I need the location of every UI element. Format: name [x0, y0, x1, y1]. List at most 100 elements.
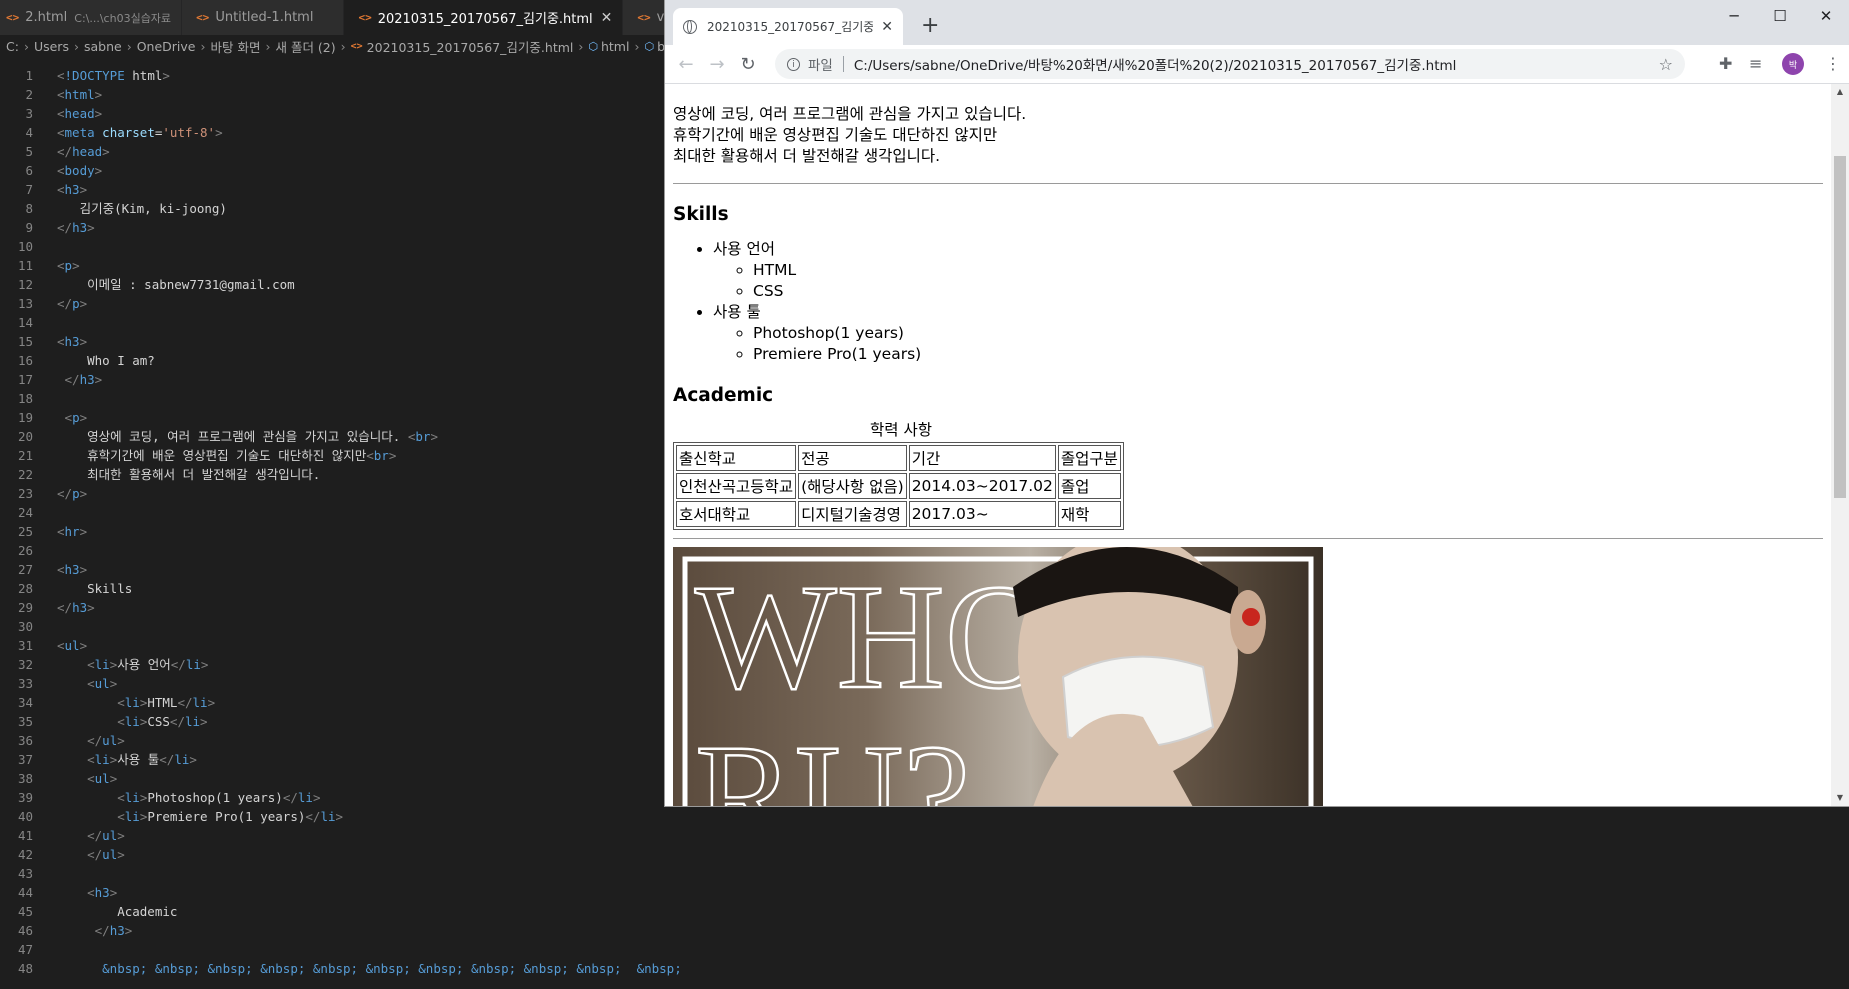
address-bar[interactable]: i 파일 C:/Users/sabne/OneDrive/바탕%20화면/새%2…: [775, 49, 1685, 79]
code-line[interactable]: 19 <p>: [0, 408, 680, 427]
close-window-button[interactable]: ✕: [1803, 0, 1849, 32]
bookmark-star-icon[interactable]: ☆: [1659, 55, 1673, 74]
code-text[interactable]: 이메일 : sabnew7731@gmail.com: [33, 275, 295, 294]
code-line[interactable]: 41 </ul>: [0, 826, 680, 845]
media-queue-icon[interactable]: ≡: [1749, 54, 1762, 73]
breadcrumb-item[interactable]: html: [601, 39, 629, 54]
code-line[interactable]: 45 Academic: [0, 902, 680, 921]
code-text[interactable]: <li>HTML</li>: [33, 693, 215, 712]
reload-icon[interactable]: ↻: [736, 52, 760, 76]
code-line[interactable]: 13 </p>: [0, 294, 680, 313]
code-text[interactable]: Skills: [33, 579, 132, 598]
code-text[interactable]: <h3>: [33, 332, 87, 351]
code-line[interactable]: 21 휴학기간에 배운 영상편집 기술도 대단하진 않지만<br>: [0, 446, 680, 465]
code-line[interactable]: 14: [0, 313, 680, 332]
close-tab-icon[interactable]: ✕: [881, 19, 893, 35]
breadcrumb-item[interactable]: b: [657, 39, 665, 54]
code-line[interactable]: 15 <h3>: [0, 332, 680, 351]
new-tab-button[interactable]: +: [921, 12, 939, 40]
code-text[interactable]: Who I am?: [33, 351, 155, 370]
code-line[interactable]: 6 <body>: [0, 161, 680, 180]
code-line[interactable]: 23 </p>: [0, 484, 680, 503]
code-text[interactable]: 최대한 활용해서 더 발전해갈 생각입니다.: [33, 465, 320, 484]
code-text[interactable]: 영상에 코딩, 여러 프로그램에 관심을 가지고 있습니다. <br>: [33, 427, 438, 446]
code-text[interactable]: [33, 237, 57, 256]
code-text[interactable]: 휴학기간에 배운 영상편집 기술도 대단하진 않지만<br>: [33, 446, 396, 465]
breadcrumb-item[interactable]: 바탕 화면: [210, 37, 260, 56]
scrollbar-thumb[interactable]: [1834, 156, 1846, 498]
code-text[interactable]: <p>: [33, 408, 88, 427]
code-text[interactable]: <h3>: [33, 883, 117, 902]
editor-tab[interactable]: <> 2.html C:\...\ch03실습자료: [0, 0, 183, 35]
code-line[interactable]: 27 <h3>: [0, 560, 680, 579]
breadcrumb-item[interactable]: OneDrive: [137, 39, 196, 54]
breadcrumb-item[interactable]: C:: [6, 39, 19, 54]
code-text[interactable]: <li>사용 언어</li>: [33, 655, 208, 674]
code-text[interactable]: </p>: [33, 484, 87, 503]
vertical-scrollbar[interactable]: ▲ ▼: [1831, 84, 1849, 806]
breadcrumb-item[interactable]: 20210315_20170567_김기중.html: [367, 37, 574, 56]
code-text[interactable]: &nbsp; &nbsp; &nbsp; &nbsp; &nbsp; &nbsp…: [33, 959, 680, 978]
code-line[interactable]: 7 <h3>: [0, 180, 680, 199]
code-text[interactable]: <ul>: [33, 674, 117, 693]
code-line[interactable]: 40 <li>Premiere Pro(1 years)</li>: [0, 807, 680, 826]
code-text[interactable]: <p>: [33, 256, 80, 275]
scroll-down-icon[interactable]: ▼: [1831, 790, 1849, 806]
code-line[interactable]: 18: [0, 389, 680, 408]
code-text[interactable]: <html>: [33, 85, 102, 104]
code-line[interactable]: 22 최대한 활용해서 더 발전해갈 생각입니다.: [0, 465, 680, 484]
browser-tab[interactable]: 20210315_20170567_김기중.html ✕: [673, 8, 903, 45]
code-line[interactable]: 28 Skills: [0, 579, 680, 598]
code-line[interactable]: 43: [0, 864, 680, 883]
code-line[interactable]: 25 <hr>: [0, 522, 680, 541]
code-line[interactable]: 30: [0, 617, 680, 636]
code-text[interactable]: </h3>: [33, 218, 95, 237]
code-text[interactable]: <!DOCTYPE html>: [33, 66, 170, 85]
code-text[interactable]: <li>사용 툴</li>: [33, 750, 197, 769]
code-text[interactable]: [33, 541, 57, 560]
code-text[interactable]: 김기중(Kim, ki-joong): [33, 199, 227, 218]
code-text[interactable]: <hr>: [33, 522, 87, 541]
page-viewport[interactable]: 영상에 코딩, 여러 프로그램에 관심을 가지고 있습니다. 휴학기간에 배운 …: [665, 84, 1831, 806]
code-text[interactable]: <li>CSS</li>: [33, 712, 207, 731]
code-text[interactable]: Academic: [33, 902, 177, 921]
breadcrumb-item[interactable]: Users: [34, 39, 69, 54]
code-text[interactable]: </h3>: [33, 370, 103, 389]
code-editor[interactable]: <> 2.html C:\...\ch03실습자료 <> Untitled-1.…: [0, 0, 680, 989]
code-line[interactable]: 37 <li>사용 툴</li>: [0, 750, 680, 769]
editor-tab-active[interactable]: <> 20210315_20170567_김기중.html ✕: [344, 0, 624, 35]
code-line[interactable]: 39 <li>Photoshop(1 years)</li>: [0, 788, 680, 807]
code-text[interactable]: <ul>: [33, 636, 87, 655]
code-line[interactable]: 17 </h3>: [0, 370, 680, 389]
scroll-up-icon[interactable]: ▲: [1831, 84, 1849, 100]
code-line[interactable]: 16 Who I am?: [0, 351, 680, 370]
code-line[interactable]: 46 </h3>: [0, 921, 680, 940]
code-text[interactable]: </ul>: [33, 845, 125, 864]
back-arrow-icon[interactable]: ←: [674, 52, 698, 76]
code-text[interactable]: <li>Premiere Pro(1 years)</li>: [33, 807, 343, 826]
code-text[interactable]: [33, 313, 57, 332]
code-line[interactable]: 4 <meta charset='utf-8'>: [0, 123, 680, 142]
more-menu-icon[interactable]: ⋮: [1825, 54, 1841, 73]
code-line[interactable]: 10: [0, 237, 680, 256]
code-line[interactable]: 26: [0, 541, 680, 560]
code-line[interactable]: 48 &nbsp; &nbsp; &nbsp; &nbsp; &nbsp; &n…: [0, 959, 680, 978]
code-text[interactable]: </ul>: [33, 826, 125, 845]
code-text[interactable]: <h3>: [33, 180, 87, 199]
code-text[interactable]: <head>: [33, 104, 102, 123]
code-text[interactable]: </h3>: [33, 598, 95, 617]
code-line[interactable]: 44 <h3>: [0, 883, 680, 902]
forward-arrow-icon[interactable]: →: [705, 52, 729, 76]
breadcrumb-item[interactable]: sabne: [84, 39, 122, 54]
code-line[interactable]: 38 <ul>: [0, 769, 680, 788]
info-icon[interactable]: i: [787, 57, 800, 71]
address-url[interactable]: C:/Users/sabne/OneDrive/바탕%20화면/새%20폴더%2…: [854, 54, 1457, 74]
code-text[interactable]: </ul>: [33, 731, 125, 750]
code-line[interactable]: 20 영상에 코딩, 여러 프로그램에 관심을 가지고 있습니다. <br>: [0, 427, 680, 446]
code-text[interactable]: <h3>: [33, 560, 87, 579]
code-line[interactable]: 31 <ul>: [0, 636, 680, 655]
code-line[interactable]: 2 <html>: [0, 85, 680, 104]
code-line[interactable]: 3 <head>: [0, 104, 680, 123]
code-line[interactable]: 42 </ul>: [0, 845, 680, 864]
code-line[interactable]: 9 </h3>: [0, 218, 680, 237]
